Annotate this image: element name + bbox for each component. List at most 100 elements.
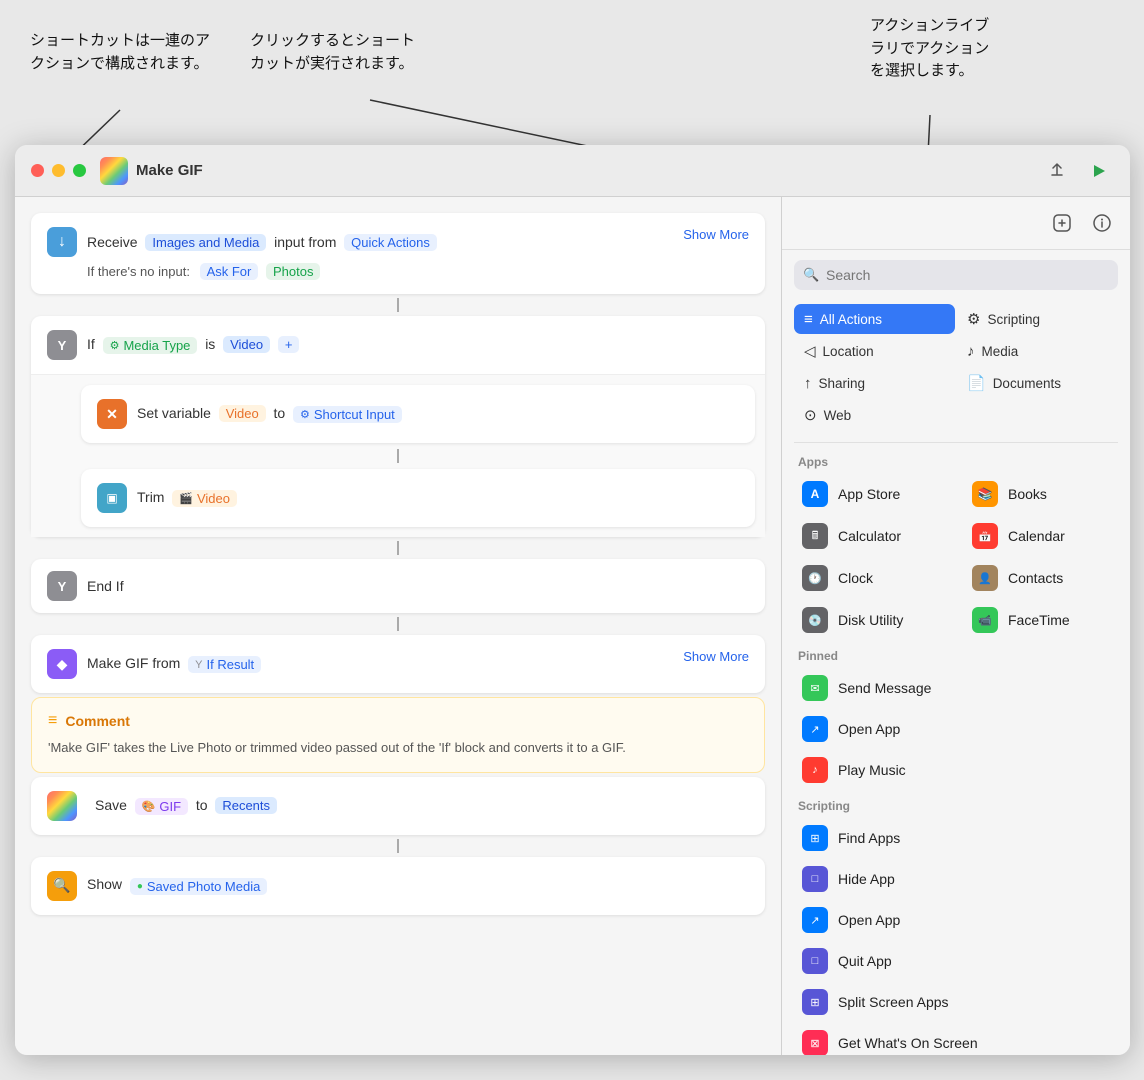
action-get-screen[interactable]: ⊠ Get What's On Screen (790, 1023, 1122, 1055)
share-button[interactable] (1042, 156, 1072, 186)
action-calculator[interactable]: 🖩 Calculator (790, 516, 952, 556)
find-apps-icon: ⊞ (802, 825, 828, 851)
receive-text: Receive Images and Media input from Quic… (87, 234, 437, 251)
cat-scripting[interactable]: ⚙ Scripting (957, 304, 1118, 334)
contacts-label: Contacts (1008, 570, 1063, 586)
close-button[interactable] (31, 164, 44, 177)
quick-actions-token[interactable]: Quick Actions (344, 234, 437, 251)
maximize-button[interactable] (73, 164, 86, 177)
trim-text: Trim 🎬 Video (137, 489, 237, 507)
show-icon: 🔍 (47, 871, 77, 901)
ask-for-token[interactable]: Ask For (200, 263, 259, 280)
cat-all-actions[interactable]: ≡ All Actions (794, 304, 955, 334)
gif-token[interactable]: 🎨 GIF (135, 798, 188, 815)
comment-icon: ≡ (48, 712, 57, 730)
action-app-store[interactable]: A App Store (790, 474, 952, 514)
cat-all-actions-label: All Actions (820, 312, 882, 327)
app-icon (100, 157, 128, 185)
hide-app-label: Hide App (838, 871, 895, 887)
if-result-token[interactable]: Y If Result (188, 656, 261, 673)
calendar-icon: 📅 (972, 523, 998, 549)
if-header: Y If ⚙ Media Type is Video + (31, 316, 765, 374)
books-label: Books (1008, 486, 1047, 502)
cat-location[interactable]: ◁ Location (794, 336, 955, 366)
end-if-action: Y End If (31, 559, 765, 613)
location-icon: ◁ (804, 342, 816, 360)
cat-sharing-label: Sharing (819, 376, 866, 391)
action-disk-utility[interactable]: 💿 Disk Utility (790, 600, 952, 640)
action-open-app-pinned[interactable]: ↗ Open App (790, 709, 1122, 749)
connector-if (397, 449, 399, 463)
comment-action: ≡ Comment 'Make GIF' takes the Live Phot… (31, 697, 765, 773)
search-bar: 🔍 (794, 260, 1118, 290)
receive-icon: ↓ (47, 227, 77, 257)
images-media-token[interactable]: Images and Media (145, 234, 266, 251)
action-hide-app[interactable]: □ Hide App (790, 859, 1122, 899)
action-contacts[interactable]: 👤 Contacts (960, 558, 1122, 598)
save-icon (47, 791, 77, 821)
disk-utility-icon: 💿 (802, 607, 828, 633)
play-music-icon: ♪ (802, 757, 828, 783)
add-shortcut-button[interactable] (1046, 207, 1078, 239)
divider (794, 442, 1118, 443)
find-apps-label: Find Apps (838, 830, 900, 846)
action-quit-app[interactable]: □ Quit App (790, 941, 1122, 981)
end-if-icon: Y (47, 571, 77, 601)
photos-token[interactable]: Photos (266, 263, 320, 280)
set-variable-action: ✕ Set variable Video to ⚙ Shortcut Input (81, 385, 755, 443)
cat-documents-label: Documents (993, 376, 1061, 391)
action-send-message[interactable]: ✉ Send Message (790, 668, 1122, 708)
set-var-token1[interactable]: Video (219, 405, 266, 422)
play-music-label: Play Music (838, 762, 906, 778)
cat-sharing[interactable]: ↑ Sharing (794, 368, 955, 398)
set-var-text: Set variable Video to ⚙ Shortcut Input (137, 405, 402, 423)
split-screen-label: Split Screen Apps (838, 994, 949, 1010)
video-token[interactable]: Video (223, 336, 270, 353)
app-store-icon: A (802, 481, 828, 507)
trim-token[interactable]: 🎬 Video (172, 490, 237, 507)
action-split-screen[interactable]: ⊞ Split Screen Apps (790, 982, 1122, 1022)
show-action: 🔍 Show ● Saved Photo Media (31, 857, 765, 915)
action-calendar[interactable]: 📅 Calendar (960, 516, 1122, 556)
quit-app-label: Quit App (838, 953, 892, 969)
facetime-icon: 📹 (972, 607, 998, 633)
action-clock[interactable]: 🕐 Clock (790, 558, 952, 598)
media-type-token[interactable]: ⚙ Media Type (103, 337, 198, 354)
calculator-label: Calculator (838, 528, 901, 544)
search-input[interactable] (794, 260, 1118, 290)
action-play-music[interactable]: ♪ Play Music (790, 750, 1122, 790)
cat-web[interactable]: ⊙ Web (794, 400, 955, 430)
if-block: Y If ⚙ Media Type is Video + (31, 316, 765, 537)
cat-media[interactable]: ♪ Media (957, 336, 1118, 366)
no-input-label: If there's no input: Ask For Photos (47, 263, 749, 280)
show-more-btn[interactable]: Show More (683, 227, 749, 242)
action-open-app[interactable]: ↗ Open App (790, 900, 1122, 940)
cat-documents[interactable]: 📄 Documents (957, 368, 1118, 398)
calculator-icon: 🖩 (802, 523, 828, 549)
titlebar: Make GIF (15, 145, 1130, 197)
recents-token[interactable]: Recents (215, 797, 277, 814)
documents-icon: 📄 (967, 374, 986, 392)
scripting-section-header: Scripting (786, 791, 1126, 817)
saved-photo-token[interactable]: ● Saved Photo Media (130, 878, 268, 895)
cat-location-label: Location (823, 344, 874, 359)
callout-2: クリックするとショート カットが実行されます。 (250, 30, 430, 75)
disk-utility-label: Disk Utility (838, 612, 903, 628)
make-gif-show-more[interactable]: Show More (683, 649, 749, 664)
action-facetime[interactable]: 📹 FaceTime (960, 600, 1122, 640)
open-app-pinned-label: Open App (838, 721, 900, 737)
actions-list: Apps A App Store 📚 Books 🖩 Calculator (782, 447, 1130, 1055)
cat-web-label: Web (824, 408, 852, 423)
action-books[interactable]: 📚 Books (960, 474, 1122, 514)
pinned-section-header: Pinned (786, 641, 1126, 667)
plus-token[interactable]: + (278, 336, 300, 353)
receive-action: ↓ Receive Images and Media input from Qu… (31, 213, 765, 294)
main-window: Make GIF ↓ Receive (15, 145, 1130, 1055)
action-find-apps[interactable]: ⊞ Find Apps (790, 818, 1122, 858)
info-button[interactable] (1086, 207, 1118, 239)
titlebar-actions (1042, 156, 1114, 186)
trim-icon: ▣ (97, 483, 127, 513)
set-var-token2[interactable]: ⚙ Shortcut Input (293, 406, 402, 423)
minimize-button[interactable] (52, 164, 65, 177)
run-button[interactable] (1084, 156, 1114, 186)
